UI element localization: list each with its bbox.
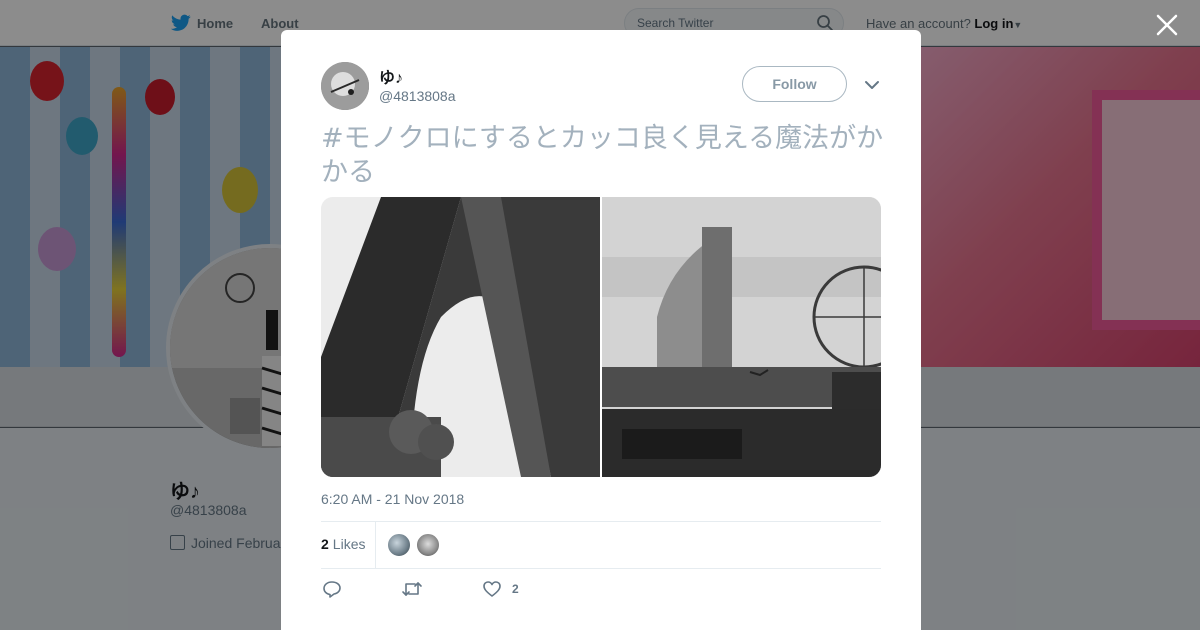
like-button[interactable]: 2 bbox=[482, 579, 522, 601]
author-name[interactable]: ゆ♪ bbox=[379, 64, 403, 88]
stats-divider bbox=[375, 522, 376, 568]
likes-count: 2 bbox=[321, 536, 329, 552]
retweet-button[interactable] bbox=[401, 579, 423, 601]
liker-avatar[interactable] bbox=[416, 533, 440, 557]
author-handle[interactable]: @4813808a bbox=[379, 88, 456, 104]
harbor-photo-image bbox=[602, 197, 881, 477]
author-avatar-image bbox=[321, 62, 369, 110]
close-icon[interactable] bbox=[1154, 12, 1180, 38]
like-count: 2 bbox=[512, 582, 519, 596]
tweet-timestamp[interactable]: 6:20 AM - 21 Nov 2018 bbox=[321, 491, 464, 507]
heart-icon bbox=[483, 581, 501, 597]
likes-stat[interactable]: 2 Likes bbox=[321, 536, 365, 552]
tweet-stats: 2 Likes bbox=[321, 521, 881, 569]
retweet-icon bbox=[402, 582, 422, 596]
author-avatar[interactable] bbox=[321, 62, 369, 110]
tweet-photo[interactable] bbox=[321, 197, 600, 477]
reply-icon bbox=[323, 581, 341, 598]
tweet-photo[interactable] bbox=[602, 197, 881, 477]
aqueduct-photo-image bbox=[321, 197, 600, 477]
likes-label: Likes bbox=[332, 536, 366, 552]
tweet-modal: ゆ♪ @4813808a Follow #モノクロにするとカッコ良く見える魔法が… bbox=[281, 30, 921, 630]
liker-avatar[interactable] bbox=[387, 533, 411, 557]
follow-button[interactable]: Follow bbox=[742, 66, 847, 102]
tweet-media bbox=[321, 197, 881, 477]
reply-button[interactable] bbox=[322, 579, 342, 601]
tweet-text: #モノクロにするとカッコ良く見える魔法がかかる bbox=[321, 123, 884, 188]
chevron-down-icon[interactable] bbox=[861, 75, 883, 95]
